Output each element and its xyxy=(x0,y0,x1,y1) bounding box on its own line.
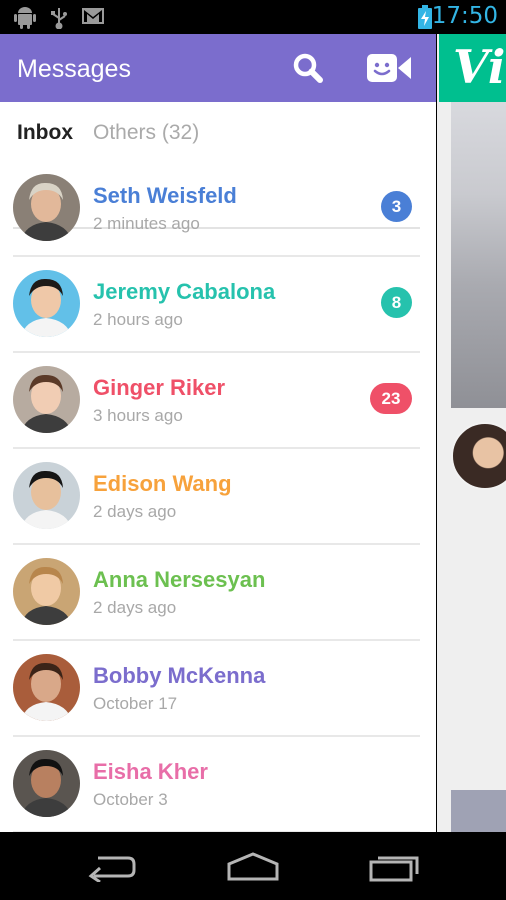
side-panel-avatar[interactable] xyxy=(451,422,506,490)
usb-icon xyxy=(50,5,68,34)
conversation-row[interactable]: Ginger Riker 3 hours ago 23 xyxy=(0,353,436,449)
tab-bar: Inbox Others (32) xyxy=(0,102,436,229)
contact-name: Bobby McKenna xyxy=(93,663,266,688)
recents-icon xyxy=(369,856,419,882)
page-title: Messages xyxy=(17,55,131,83)
contact-name: Seth Weisfeld xyxy=(93,183,237,208)
conversation-row[interactable]: Bobby McKenna October 17 xyxy=(0,641,436,737)
contact-name: Anna Nersesyan xyxy=(93,567,266,592)
gmail-icon xyxy=(81,5,105,32)
avatar[interactable] xyxy=(13,750,80,817)
conversation-row[interactable]: Edison Wang 2 days ago xyxy=(0,449,436,545)
message-time: 3 hours ago xyxy=(93,406,183,425)
avatar[interactable] xyxy=(13,654,80,721)
search-button[interactable] xyxy=(286,48,330,88)
tab-others[interactable]: Others (32) xyxy=(93,121,199,145)
status-bar: 17:50 xyxy=(0,0,506,34)
android-debug-icon xyxy=(14,5,36,34)
side-panel-image-2[interactable] xyxy=(451,790,506,832)
message-time: October 3 xyxy=(93,790,168,809)
recents-button[interactable] xyxy=(368,852,420,882)
unread-badge: 8 xyxy=(381,287,412,318)
avatar[interactable] xyxy=(13,270,80,337)
battery-charging-icon xyxy=(417,5,433,34)
video-camera-icon xyxy=(367,54,411,82)
avatar[interactable] xyxy=(13,558,80,625)
avatar[interactable] xyxy=(13,174,80,241)
home-button[interactable] xyxy=(226,852,280,882)
app-bar: Messages xyxy=(0,34,436,102)
unread-badge: 3 xyxy=(381,191,412,222)
unread-badge: 23 xyxy=(370,383,412,414)
contact-name: Ginger Riker xyxy=(93,375,226,400)
message-time: October 17 xyxy=(93,694,178,713)
conversation-row[interactable]: Jeremy Cabalona 2 hours ago 8 xyxy=(0,257,436,353)
message-time: 2 hours ago xyxy=(93,310,183,329)
back-icon xyxy=(88,856,136,882)
search-icon xyxy=(293,53,323,83)
home-icon xyxy=(227,852,279,881)
avatar[interactable] xyxy=(13,366,80,433)
side-panel-image[interactable] xyxy=(451,102,506,408)
side-panel[interactable]: Vi xyxy=(437,34,506,832)
tab-inbox[interactable]: Inbox xyxy=(17,121,73,145)
side-panel-logo: Vi xyxy=(453,40,506,94)
side-panel-header: Vi xyxy=(439,34,506,102)
contact-name: Jeremy Cabalona xyxy=(93,279,276,304)
avatar[interactable] xyxy=(13,462,80,529)
contact-name: Eisha Kher xyxy=(93,759,208,784)
video-message-button[interactable] xyxy=(364,48,414,88)
navigation-bar xyxy=(0,832,506,900)
conversation-row[interactable]: Seth Weisfeld 2 minutes ago 3 xyxy=(0,161,436,257)
status-time: 17:50 xyxy=(431,3,498,29)
message-time: 2 days ago xyxy=(93,598,177,617)
contact-name: Edison Wang xyxy=(93,471,232,496)
conversation-row[interactable]: Eisha Kher October 3 xyxy=(0,737,436,833)
message-time: 2 minutes ago xyxy=(93,214,200,233)
back-button[interactable] xyxy=(86,852,138,882)
message-time: 2 days ago xyxy=(93,502,177,521)
conversation-row[interactable]: Anna Nersesyan 2 days ago xyxy=(0,545,436,641)
messages-panel: Messages Inbox Others (32) Seth Weisfeld… xyxy=(0,34,436,833)
